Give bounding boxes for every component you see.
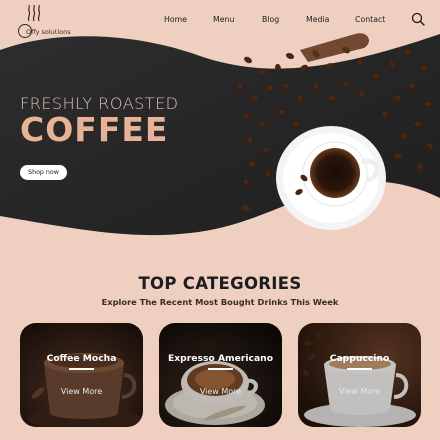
category-card-coffee-mocha[interactable]: Coffee Mocha View More [20,323,143,427]
view-more-link[interactable]: View More [159,387,282,396]
coffee-mocha-image [20,323,143,427]
section-subtitle: Explore The Recent Most Bought Drinks Th… [101,297,339,307]
card-title: Expresso Americano [167,353,274,364]
card-divider [69,368,94,370]
card-divider [347,368,372,370]
shop-now-button[interactable]: Shop now [20,165,67,180]
cappuccino-image [298,323,421,427]
card-title: Cappuccino [329,353,390,364]
hero-title: COFFEE [20,110,169,149]
view-more-link[interactable]: View More [298,387,421,396]
nav-item-media[interactable]: Media [306,15,329,24]
view-more-link[interactable]: View More [20,387,143,396]
search-icon[interactable] [411,12,425,26]
coffee-steam-icon [27,4,41,22]
category-card-expresso-americano[interactable]: Expresso Americano View More [159,323,282,427]
nav-item-menu[interactable]: Menu [213,15,234,24]
nav-item-blog[interactable]: Blog [262,15,279,24]
card-divider [208,368,233,370]
card-title: Coffee Mocha [46,353,117,364]
category-card-cappuccino[interactable]: Cappuccino View More [298,323,421,427]
nav-item-contact[interactable]: Contact [355,15,385,24]
nav-item-home[interactable]: Home [164,15,187,24]
hero-banner: FRESHLY ROASTED COFFEE Shop now [0,28,440,250]
section-title: TOP CATEGORIES [138,274,302,293]
coffee-scoop [300,33,370,62]
expresso-americano-image [159,323,282,427]
